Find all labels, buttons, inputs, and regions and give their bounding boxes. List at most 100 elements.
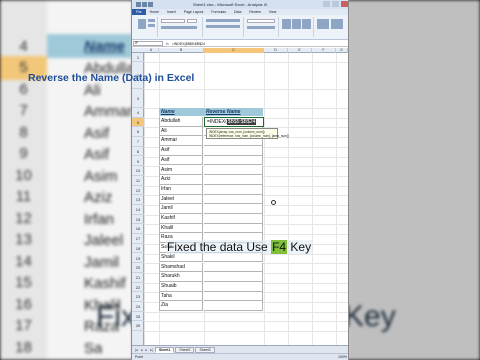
reverse-name-cell[interactable] bbox=[204, 252, 263, 263]
editing-group[interactable] bbox=[315, 17, 348, 37]
bg-name: Kashif bbox=[84, 275, 126, 292]
gridline bbox=[144, 331, 348, 333]
name-cell[interactable]: Taha bbox=[159, 291, 203, 302]
reverse-name-cell[interactable] bbox=[204, 184, 263, 195]
reverse-name-cell[interactable] bbox=[204, 204, 263, 214]
row-header-6[interactable]: 6 bbox=[132, 127, 144, 138]
name-cell[interactable]: Abdullah bbox=[159, 117, 203, 127]
name-cell[interactable]: Jamil bbox=[159, 204, 203, 214]
row-header-25[interactable]: 25 bbox=[132, 312, 144, 322]
styles-group[interactable] bbox=[280, 17, 314, 37]
number-group[interactable] bbox=[245, 17, 279, 37]
name-cell[interactable]: Asif bbox=[159, 155, 203, 166]
reverse-name-cell[interactable] bbox=[204, 194, 263, 205]
sheet-tabs-bar: |◂ ◂ ▸ ▸| Sheet1 Sheet2 Sheet3 bbox=[132, 345, 348, 353]
maximize-icon[interactable] bbox=[332, 1, 339, 7]
row-header-22[interactable]: 22 bbox=[132, 283, 144, 293]
ribbon-tab-page-layout[interactable]: Page Layout bbox=[180, 10, 208, 14]
sheet-tab-sheet2[interactable]: Sheet2 bbox=[175, 346, 195, 353]
row-header-11[interactable]: 11 bbox=[132, 176, 144, 186]
row-header-14[interactable]: 14 bbox=[132, 205, 144, 215]
row-header-3[interactable]: 3 bbox=[132, 89, 144, 108]
row-header-9[interactable]: 9 bbox=[132, 157, 144, 167]
close-icon[interactable] bbox=[341, 1, 348, 7]
bg-name: Ali bbox=[84, 81, 101, 99]
reverse-name-cell[interactable] bbox=[204, 272, 263, 282]
name-cell[interactable]: Jaleel bbox=[159, 194, 203, 205]
sheet-tab-sheet3[interactable]: Sheet3 bbox=[195, 346, 215, 353]
zoom-level[interactable]: 100% bbox=[338, 355, 347, 359]
bg-name: Irfan bbox=[84, 210, 115, 228]
name-cell[interactable]: Irfan bbox=[159, 184, 203, 195]
sheet-tab-sheet1[interactable]: Sheet1 bbox=[154, 346, 175, 353]
row-header-12[interactable]: 12 bbox=[132, 186, 144, 196]
alignment-group[interactable] bbox=[204, 17, 244, 37]
name-cell[interactable]: Shakil bbox=[159, 252, 203, 263]
row-header-23[interactable]: 23 bbox=[132, 292, 144, 302]
row-header-13[interactable]: 13 bbox=[132, 195, 144, 205]
row-header-19[interactable]: 19 bbox=[132, 254, 144, 264]
reverse-name-cell[interactable] bbox=[204, 291, 263, 302]
name-cell[interactable]: Khalil bbox=[159, 223, 203, 234]
name-cell[interactable]: Kashif bbox=[159, 214, 203, 224]
name-cell[interactable]: Sharukh bbox=[159, 272, 203, 282]
row-header-15[interactable]: 15 bbox=[132, 215, 144, 225]
name-cell[interactable]: Zia bbox=[159, 301, 203, 311]
minimize-icon[interactable] bbox=[323, 1, 330, 7]
undo-icon[interactable] bbox=[148, 2, 153, 7]
sheet-nav-prev-icon[interactable]: ◂ bbox=[140, 348, 144, 352]
reverse-name-cell[interactable] bbox=[204, 165, 263, 176]
row-header-10[interactable]: 10 bbox=[132, 166, 144, 176]
reverse-name-cell[interactable] bbox=[204, 262, 263, 273]
name-cell[interactable]: Shuaib bbox=[159, 281, 203, 292]
formula-input[interactable]: =INDEX($B$5:$B$24 bbox=[172, 42, 205, 46]
ribbon-tab-data[interactable]: Data bbox=[230, 10, 245, 14]
name-cell[interactable]: Ali bbox=[159, 126, 203, 137]
row-header-26[interactable]: 26 bbox=[132, 321, 144, 332]
sheet-nav-next-icon[interactable]: ▸ bbox=[144, 348, 148, 352]
reverse-name-column-header[interactable]: Reverse Name bbox=[204, 108, 263, 116]
bg-row-number: 16 bbox=[15, 295, 32, 313]
name-cell[interactable]: Asif bbox=[159, 146, 203, 156]
row-header-16[interactable]: 16 bbox=[132, 224, 144, 235]
gridline bbox=[144, 89, 348, 90]
font-group[interactable] bbox=[159, 17, 203, 37]
name-cell[interactable]: Aziz bbox=[159, 175, 203, 185]
ribbon-tab-insert[interactable]: Insert bbox=[163, 10, 180, 14]
ribbon-tab-review[interactable]: Review bbox=[245, 10, 264, 14]
name-box[interactable]: IF bbox=[133, 41, 163, 46]
row-header-7[interactable]: 7 bbox=[132, 137, 144, 147]
caption-text-end: Key bbox=[287, 240, 312, 254]
reverse-name-cell[interactable] bbox=[204, 175, 263, 185]
row-header-21[interactable]: 21 bbox=[132, 273, 144, 283]
reverse-name-cell[interactable] bbox=[204, 214, 263, 224]
sheet-nav-last-icon[interactable]: ▸| bbox=[149, 348, 154, 352]
name-cell[interactable]: Asim bbox=[159, 165, 203, 176]
reverse-name-cell[interactable] bbox=[204, 301, 263, 311]
window-controls bbox=[323, 1, 348, 7]
bg-row-number: 18 bbox=[15, 338, 32, 356]
row-header-4[interactable]: 4 bbox=[132, 108, 144, 118]
row-header-1[interactable]: 1 bbox=[132, 53, 144, 62]
row-header-17[interactable]: 17 bbox=[132, 234, 144, 244]
ribbon-tab-view[interactable]: View bbox=[265, 10, 281, 14]
name-cell[interactable]: Ammar bbox=[159, 136, 203, 147]
name-column-header[interactable]: Name bbox=[159, 108, 204, 116]
row-header-5[interactable]: 5 bbox=[132, 117, 144, 128]
sheet-nav-first-icon[interactable]: |◂ bbox=[134, 348, 139, 352]
clipboard-group[interactable] bbox=[134, 17, 158, 37]
reverse-name-cell[interactable] bbox=[204, 146, 263, 156]
active-cell-editor[interactable]: =INDEX($B$5:$B$24 bbox=[204, 117, 264, 127]
reverse-name-cell[interactable] bbox=[204, 281, 263, 292]
ribbon-tab-formulas[interactable]: Formulas bbox=[207, 10, 230, 14]
row-header-18[interactable]: 18 bbox=[132, 244, 144, 254]
fx-icon[interactable]: fx bbox=[166, 42, 169, 46]
row-header-24[interactable]: 24 bbox=[132, 302, 144, 312]
reverse-name-cell[interactable] bbox=[204, 155, 263, 166]
name-cell[interactable]: Shamshad bbox=[159, 262, 203, 273]
ribbon-tab-home[interactable]: Home bbox=[146, 10, 163, 14]
save-icon[interactable] bbox=[142, 2, 147, 7]
row-header-20[interactable]: 20 bbox=[132, 263, 144, 273]
row-header-8[interactable]: 8 bbox=[132, 147, 144, 157]
reverse-name-cell[interactable] bbox=[204, 223, 263, 234]
